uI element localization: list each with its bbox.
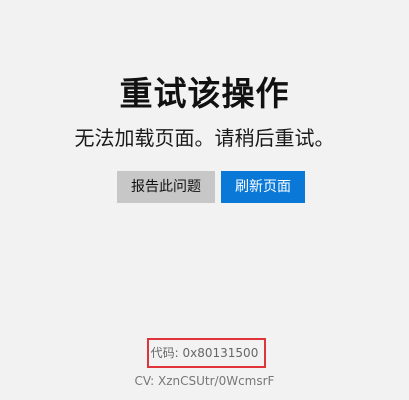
page-title: 重试该操作 — [119, 74, 290, 113]
refresh-page-button[interactable]: 刷新页面 — [221, 171, 305, 203]
error-code: 代码: 0x80131500 — [150, 346, 259, 360]
correlation-vector: CV: XznCSUtr/0WcmsrF — [134, 374, 275, 388]
report-issue-button[interactable]: 报告此问题 — [117, 171, 215, 203]
error-page: 重试该操作 无法加载页面。请稍后重试。 报告此问题 刷新页面 代码: 0x801… — [0, 0, 409, 400]
error-message: 无法加载页面。请稍后重试。 — [74, 126, 335, 150]
